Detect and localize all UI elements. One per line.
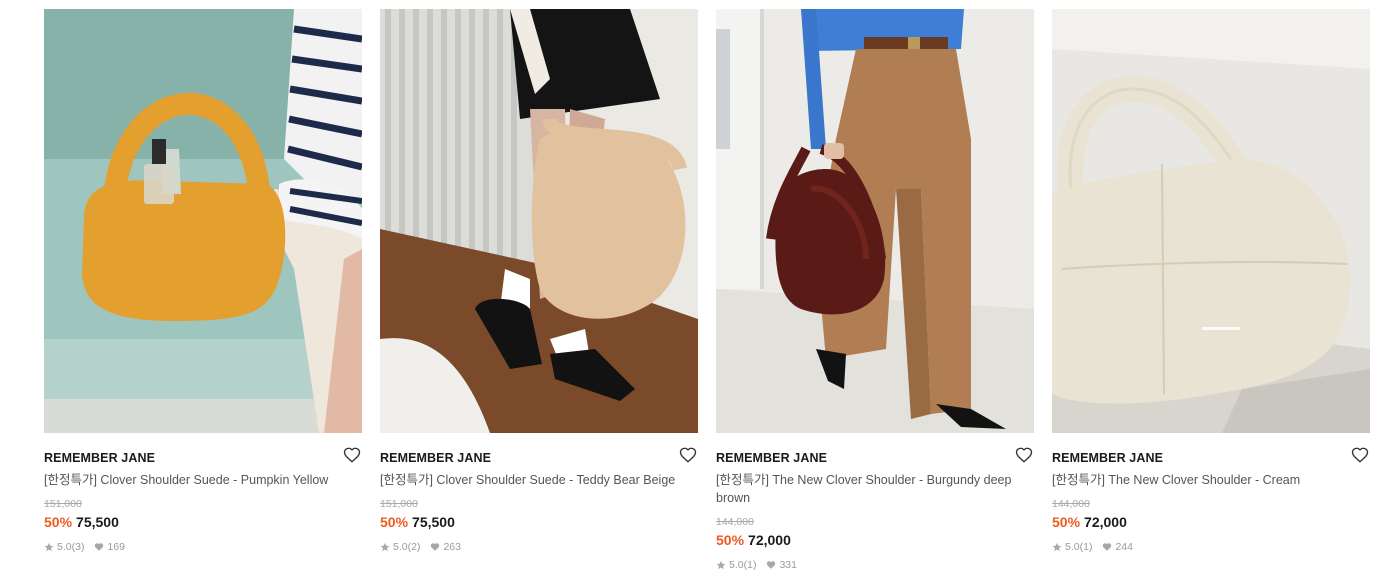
brand-name[interactable]: REMEMBER JANE (380, 451, 491, 465)
wishlist-heart-icon[interactable] (679, 446, 697, 464)
discount-rate: 50% (380, 514, 409, 530)
sale-price: 75,500 (76, 514, 119, 530)
star-icon (380, 542, 390, 552)
brand-name[interactable]: REMEMBER JANE (716, 451, 827, 465)
product-card[interactable]: REMEMBER JANE [한정특가] Clover Shoulder Sue… (44, 9, 362, 579)
like-count: 244 (1115, 541, 1133, 553)
price-line: 50% 75,500 (380, 514, 455, 530)
wishlist-heart-icon[interactable] (1015, 446, 1033, 464)
rating: 5.0 (1065, 541, 1080, 553)
product-grid: REMEMBER JANE [한정특가] Clover Shoulder Sue… (44, 9, 1370, 579)
star-icon (1052, 542, 1062, 552)
product-image[interactable] (380, 9, 698, 433)
sale-price: 75,500 (412, 514, 455, 530)
heart-icon (430, 542, 440, 552)
rating: 5.0 (393, 541, 408, 553)
product-photo-teddy-bear-beige (380, 9, 698, 433)
product-image[interactable] (1052, 9, 1370, 433)
like-count: 169 (107, 541, 125, 553)
product-card[interactable]: REMEMBER JANE [한정특가] Clover Shoulder Sue… (380, 9, 698, 579)
product-photo-pumpkin-yellow (44, 9, 362, 433)
wishlist-heart-icon[interactable] (1351, 446, 1369, 464)
original-price: 151,000 (44, 498, 82, 510)
rating: 5.0 (57, 541, 72, 553)
product-card[interactable]: REMEMBER JANE [한정특가] The New Clover Shou… (1052, 9, 1370, 579)
original-price: 144,000 (716, 516, 754, 528)
review-count: (1) (743, 559, 757, 571)
product-stats: 5.0 (2) 263 (380, 541, 461, 553)
brand-name[interactable]: REMEMBER JANE (1052, 451, 1163, 465)
sale-price: 72,000 (1084, 514, 1127, 530)
product-image[interactable] (44, 9, 362, 433)
rating: 5.0 (729, 559, 744, 571)
heart-icon (1102, 542, 1112, 552)
wishlist-heart-icon[interactable] (343, 446, 361, 464)
product-photo-cream (1052, 9, 1370, 433)
product-name[interactable]: [한정특가] Clover Shoulder Suede - Pumpkin Y… (44, 471, 344, 489)
price-line: 50% 72,000 (1052, 514, 1127, 530)
heart-icon (766, 560, 776, 570)
discount-rate: 50% (1052, 514, 1081, 530)
review-count: (2) (407, 541, 421, 553)
product-stats: 5.0 (1) 331 (716, 559, 797, 571)
sale-price: 72,000 (748, 532, 791, 548)
original-price: 151,000 (380, 498, 418, 510)
discount-rate: 50% (44, 514, 73, 530)
like-count: 331 (779, 559, 797, 571)
product-stats: 5.0 (3) 169 (44, 541, 125, 553)
like-count: 263 (443, 541, 461, 553)
product-name[interactable]: [한정특가] The New Clover Shoulder - Cream (1052, 471, 1352, 489)
product-photo-burgundy-deep-brown (716, 9, 1034, 433)
star-icon (44, 542, 54, 552)
price-line: 50% 72,000 (716, 532, 791, 548)
original-price: 144,000 (1052, 498, 1090, 510)
price-line: 50% 75,500 (44, 514, 119, 530)
product-image[interactable] (716, 9, 1034, 433)
review-count: (3) (71, 541, 85, 553)
product-name[interactable]: [한정특가] Clover Shoulder Suede - Teddy Bea… (380, 471, 680, 489)
star-icon (716, 560, 726, 570)
product-name[interactable]: [한정특가] The New Clover Shoulder - Burgund… (716, 471, 1016, 507)
product-stats: 5.0 (1) 244 (1052, 541, 1133, 553)
product-card[interactable]: REMEMBER JANE [한정특가] The New Clover Shou… (716, 9, 1034, 579)
brand-name[interactable]: REMEMBER JANE (44, 451, 155, 465)
review-count: (1) (1079, 541, 1093, 553)
heart-icon (94, 542, 104, 552)
discount-rate: 50% (716, 532, 745, 548)
